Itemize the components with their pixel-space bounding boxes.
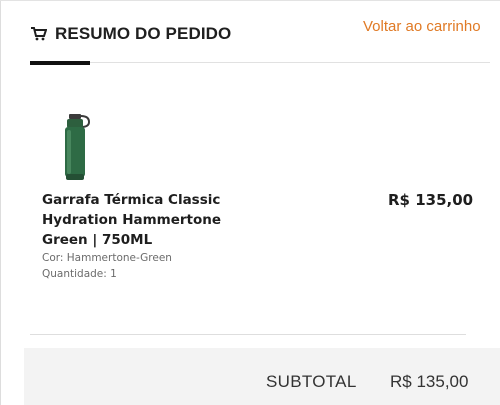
product-name-line: Garrafa Térmica Classic: [42, 192, 221, 208]
order-summary-title: RESUMO DO PEDIDO: [55, 24, 232, 43]
subtotal-value: R$ 135,00: [390, 372, 469, 391]
panel-left-border: [0, 0, 1, 405]
product-thumbnail-bottle: [65, 114, 91, 180]
product-name: Garrafa Térmica Classic Hydration Hammer…: [42, 190, 242, 250]
product-price: R$ 135,00: [388, 191, 474, 209]
header-divider: [90, 62, 490, 63]
order-summary-panel: RESUMO DO PEDIDO Voltar ao carrinho Garr…: [0, 0, 500, 405]
header-underline-accent: [30, 61, 90, 65]
panel-top-border: [0, 0, 500, 1]
subtotal-label: SUBTOTAL: [266, 372, 357, 391]
product-name-line: Hydration Hammertone: [42, 212, 222, 228]
items-divider: [30, 334, 466, 335]
product-name-line: Green | 750ML: [42, 232, 153, 248]
product-color: Cor: Hammertone-Green: [42, 252, 172, 264]
shopping-cart-icon: [31, 27, 47, 41]
product-quantity: Quantidade: 1: [42, 268, 117, 280]
back-to-cart-link[interactable]: Voltar ao carrinho: [363, 18, 481, 35]
order-summary-header: RESUMO DO PEDIDO: [31, 24, 231, 44]
